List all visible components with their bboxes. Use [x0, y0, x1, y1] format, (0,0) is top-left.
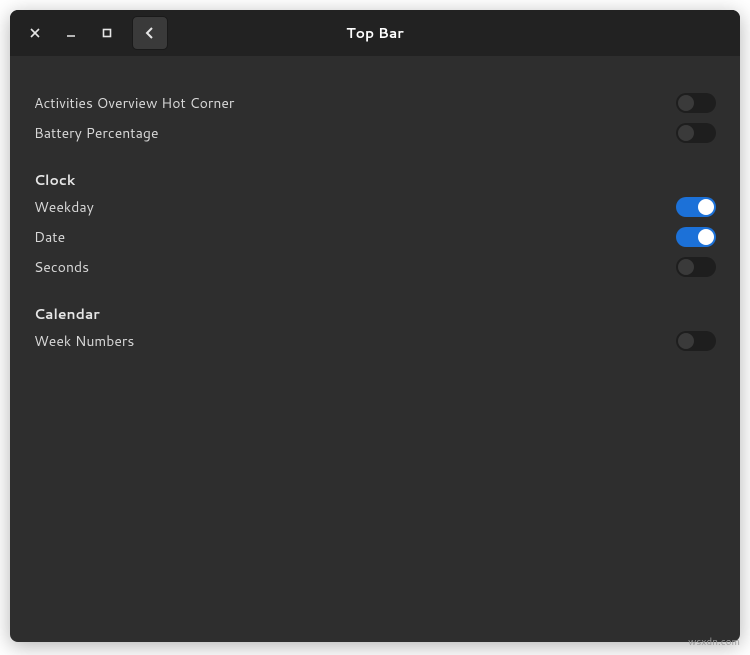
row-seconds: Seconds [34, 252, 716, 282]
toggle-seconds[interactable] [676, 257, 716, 277]
chevron-left-icon [145, 27, 155, 39]
toggle-knob-icon [678, 125, 694, 141]
label-seconds: Seconds [34, 257, 89, 277]
toggle-knob-icon [678, 333, 694, 349]
toggle-knob-icon [698, 229, 714, 245]
toggle-battery-percentage[interactable] [676, 123, 716, 143]
row-battery-percentage: Battery Percentage [34, 118, 716, 148]
heading-calendar: Calendar [34, 304, 716, 324]
close-button[interactable] [18, 16, 52, 50]
minimize-button[interactable] [54, 16, 88, 50]
label-battery-percentage: Battery Percentage [34, 123, 158, 143]
toggle-activities-overview[interactable] [676, 93, 716, 113]
settings-window: Top Bar Activities Overview Hot Corner B… [10, 10, 740, 642]
toggle-weekday[interactable] [676, 197, 716, 217]
label-activities-overview: Activities Overview Hot Corner [34, 93, 234, 113]
maximize-button[interactable] [90, 16, 124, 50]
maximize-icon [102, 28, 112, 38]
window-controls [18, 16, 168, 50]
row-date: Date [34, 222, 716, 252]
toggle-week-numbers[interactable] [676, 331, 716, 351]
row-activities-overview: Activities Overview Hot Corner [34, 88, 716, 118]
row-weekday: Weekday [34, 192, 716, 222]
watermark: wsxdn.com [688, 635, 740, 649]
settings-content: Activities Overview Hot Corner Battery P… [10, 56, 740, 388]
label-date: Date [34, 227, 65, 247]
titlebar: Top Bar [10, 10, 740, 56]
label-weekday: Weekday [34, 197, 94, 217]
label-week-numbers: Week Numbers [34, 331, 134, 351]
toggle-knob-icon [678, 95, 694, 111]
toggle-knob-icon [678, 259, 694, 275]
row-week-numbers: Week Numbers [34, 326, 716, 356]
heading-clock: Clock [34, 170, 716, 190]
toggle-date[interactable] [676, 227, 716, 247]
close-icon [30, 28, 40, 38]
back-button[interactable] [132, 16, 168, 50]
minimize-icon [66, 28, 76, 38]
toggle-knob-icon [698, 199, 714, 215]
